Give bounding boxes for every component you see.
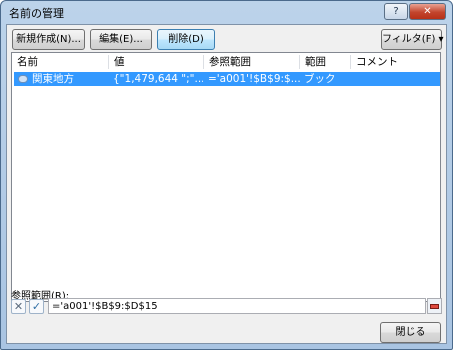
filter-button[interactable]: フィルタ(F) ▾ [381,29,444,50]
new-button[interactable]: 新規作成(N)... [12,29,85,50]
column-header-refers-to[interactable]: 参照範囲 [204,53,300,71]
cell-scope: ブック [304,73,336,85]
collapse-dialog-icon[interactable] [427,298,442,314]
names-list[interactable]: 名前 値 参照範囲 範囲 コメント 関東地方 {"1,479,644 ";"..… [11,52,441,302]
cell-refers-to: ='a001'!$B$9:$... [208,73,300,85]
help-icon[interactable]: ? [384,3,408,20]
close-button[interactable]: 閉じる [380,322,441,343]
delete-button[interactable]: 削除(D) [157,29,215,50]
column-header-name[interactable]: 名前 [12,53,110,71]
confirm-edit-icon[interactable]: ✓ [29,299,44,314]
window-title: 名前の管理 [9,7,64,20]
refers-to-input[interactable] [48,298,426,314]
list-item[interactable]: 関東地方 {"1,479,644 ";"... ='a001'!$B$9:$..… [14,72,440,86]
column-header-value[interactable]: 値 [109,53,204,71]
name-manager-dialog: 名前の管理 ? ✕ 新規作成(N)... 編集(E)... 削除(D) フィルタ… [0,0,453,350]
column-header-scope[interactable]: 範囲 [300,53,350,71]
cancel-edit-icon[interactable]: ✕ [11,299,26,314]
cell-name: 関東地方 [32,73,74,85]
title-bar[interactable]: 名前の管理 ? ✕ [1,1,452,23]
close-icon[interactable]: ✕ [409,3,446,20]
cell-comment [351,72,439,86]
named-range-icon [18,75,28,83]
dialog-body: 新規作成(N)... 編集(E)... 削除(D) フィルタ(F) ▾ 名前 値… [6,24,447,344]
edit-button[interactable]: 編集(E)... [90,29,152,50]
column-header-comment[interactable]: コメント [351,53,439,71]
list-header: 名前 値 参照範囲 範囲 コメント [12,53,440,71]
cell-value: {"1,479,644 ";"... [113,73,203,85]
